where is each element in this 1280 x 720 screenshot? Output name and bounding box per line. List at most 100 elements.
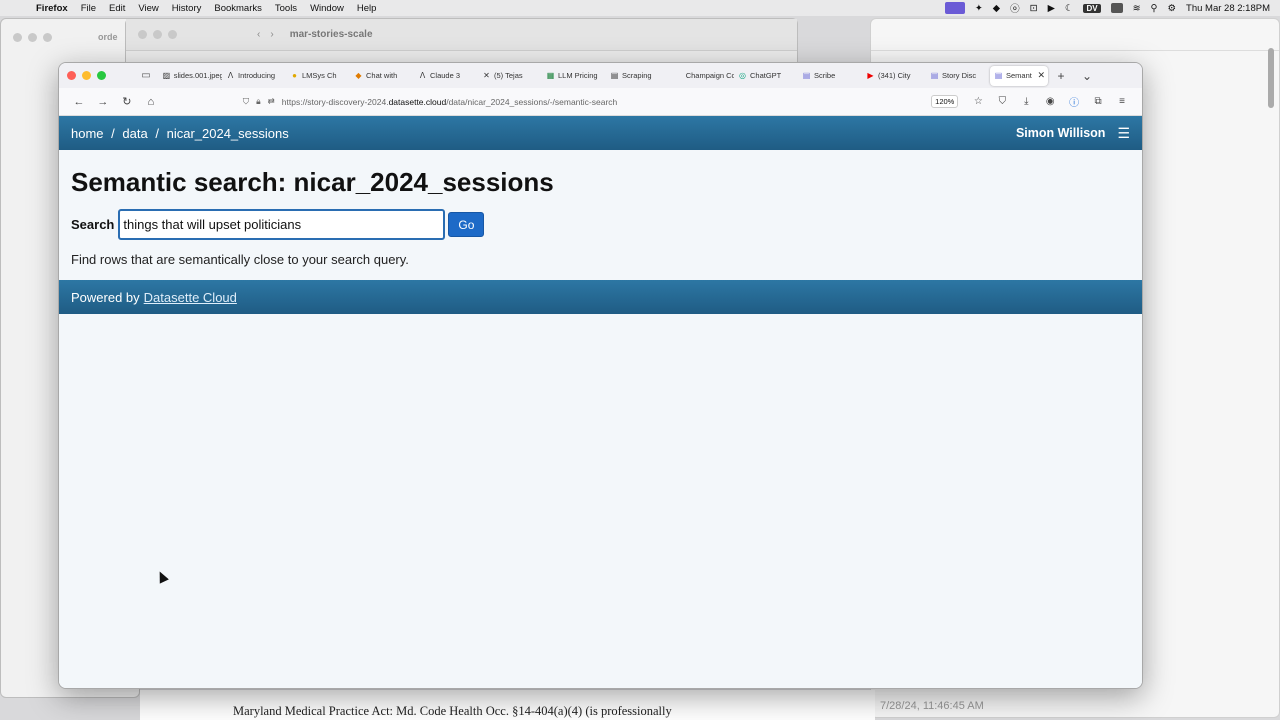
user-name[interactable]: Simon Willison xyxy=(1016,126,1105,140)
control-center-icon[interactable]: ⚙ xyxy=(1168,3,1177,14)
menu-view[interactable]: View xyxy=(138,3,167,14)
youtube-icon: ▶ xyxy=(867,71,874,80)
background-timestamp: 7/28/24, 11:46:45 AM xyxy=(880,700,984,712)
datasette-header: home / data / nicar_2024_sessions Simon … xyxy=(59,116,1142,150)
forward-icon[interactable]: → xyxy=(91,96,115,108)
breadcrumb-separator: / xyxy=(155,125,159,141)
battery-icon[interactable] xyxy=(1110,3,1123,13)
page-title: Semantic search: nicar_2024_sessions xyxy=(71,167,554,197)
tab[interactable]: ● LMSys Ch xyxy=(286,66,350,86)
search-hint: Find rows that are semantically close to… xyxy=(71,252,409,267)
background-scrollbar[interactable] xyxy=(1268,48,1274,108)
spotlight-search-icon[interactable]: ⚲ xyxy=(1151,3,1158,14)
close-window-button[interactable] xyxy=(67,71,76,80)
screen-share-icon[interactable] xyxy=(944,2,965,14)
chat-icon: ◆ xyxy=(355,71,362,80)
doc-icon: ▤ xyxy=(610,71,619,80)
tab[interactable]: ▤ Story Disc xyxy=(926,66,990,86)
sheet-icon: ▦ xyxy=(546,71,555,80)
finder-title: mar-stories-scale xyxy=(289,29,373,40)
chatgpt-icon: ◎ xyxy=(739,71,746,80)
menu-app-name[interactable]: Firefox xyxy=(36,3,77,14)
menu-help[interactable]: Help xyxy=(357,3,386,14)
lmsys-icon: ● xyxy=(292,71,297,80)
breadcrumb-table-link[interactable]: nicar_2024_sessions xyxy=(167,126,289,141)
list-all-tabs-icon[interactable]: ⌄ xyxy=(1074,69,1100,83)
lock-icon[interactable]: 🔒︎ xyxy=(256,96,261,107)
pocket-icon[interactable]: ⛉ xyxy=(990,96,1014,107)
search-label: Search xyxy=(71,217,115,232)
tab[interactable]: ▨ slides.001.jpeg xyxy=(158,66,222,86)
tab[interactable]: Λ Claude 3 xyxy=(414,66,478,86)
new-tab-icon[interactable]: + xyxy=(1048,69,1074,83)
tab[interactable]: ▦ LLM Pricing xyxy=(542,66,606,86)
screenshot-icon[interactable]: ⊡ xyxy=(1030,3,1038,14)
search-input[interactable] xyxy=(118,209,446,240)
anthropic-icon: Λ xyxy=(419,71,426,80)
downloads-icon[interactable]: ⤓ xyxy=(1014,96,1038,107)
datasette-icon: ▤ xyxy=(994,71,1003,80)
reload-icon[interactable]: ↻ xyxy=(115,95,139,108)
page-content: home / data / nicar_2024_sessions Simon … xyxy=(59,116,1142,688)
menu-window[interactable]: Window xyxy=(310,3,353,14)
moon-icon[interactable]: ☾ xyxy=(1065,3,1074,14)
firefox-window: ▭ ▨ slides.001.jpeg Λ Introducing ● LMSys C… xyxy=(58,62,1143,689)
tab[interactable]: ▤ Scraping xyxy=(606,66,670,86)
app-menu-icon[interactable]: ≡ xyxy=(1110,96,1134,107)
dropbox-icon[interactable]: ✦ xyxy=(975,3,983,14)
dv-badge[interactable]: DV xyxy=(1083,3,1101,13)
tab[interactable]: ▶ (341) City xyxy=(862,66,926,86)
breadcrumb: home / data / nicar_2024_sessions xyxy=(71,126,289,141)
navigation-toolbar: ← → ↻ ⌂ ⛉ 🔒︎ ⇄ https://story-discovery-2… xyxy=(59,88,1142,116)
minimize-window-button[interactable] xyxy=(82,71,91,80)
onepassword-icon[interactable]: ⓞ xyxy=(1010,1,1020,15)
home-icon[interactable]: ⌂ xyxy=(139,96,163,108)
tab[interactable]: Champaign Co xyxy=(670,66,734,86)
account-icon[interactable]: ◉ xyxy=(1038,96,1062,107)
window-controls xyxy=(59,71,134,80)
tab[interactable]: Λ Introducing xyxy=(222,66,286,86)
url-bar[interactable]: ⛉ 🔒︎ ⇄ https://story-discovery-2024.data… xyxy=(243,96,931,107)
footer-prefix: Powered by xyxy=(71,289,140,305)
breadcrumb-data-link[interactable]: data xyxy=(122,126,147,141)
tab[interactable]: ✕ (5) Tejas xyxy=(478,66,542,86)
url-text: https://story-discovery-2024.datasette.c… xyxy=(281,96,618,107)
back-arrow-icon[interactable]: ‹ xyxy=(257,29,260,40)
go-button[interactable]: Go xyxy=(448,212,485,237)
menu-file[interactable]: File xyxy=(81,3,105,14)
diamond-icon[interactable]: ◆ xyxy=(993,3,1000,14)
close-tab-icon[interactable]: ✕ xyxy=(1037,70,1045,81)
tab[interactable]: ◎ ChatGPT xyxy=(734,66,798,86)
menu-bookmarks[interactable]: Bookmarks xyxy=(214,3,271,14)
menu-history[interactable]: History xyxy=(172,3,211,14)
tab[interactable]: ◆ Chat with xyxy=(350,66,414,86)
datasette-footer: Powered by Datasette Cloud xyxy=(59,280,1142,314)
menu-tools[interactable]: Tools xyxy=(275,3,306,14)
back-icon[interactable]: ← xyxy=(67,96,91,108)
play-icon[interactable]: ▶ xyxy=(1048,3,1055,14)
breadcrumb-home-link[interactable]: home xyxy=(71,126,104,141)
zoom-level-badge[interactable]: 120% xyxy=(931,95,959,108)
tab-active[interactable]: ▤ Semant ✕ xyxy=(990,65,1048,86)
wifi-icon[interactable]: ≋ xyxy=(1133,3,1141,14)
firefox-view-icon[interactable]: ▭ xyxy=(134,70,158,81)
tab[interactable]: ▤ Scribe xyxy=(798,66,862,86)
bookmark-star-icon[interactable]: ☆ xyxy=(966,96,990,107)
anthropic-icon: Λ xyxy=(227,71,234,80)
search-form: Search Go xyxy=(71,209,1142,240)
forward-arrow-icon[interactable]: › xyxy=(270,29,273,40)
macos-menubar: Firefox File Edit View History Bookmarks… xyxy=(0,0,1280,16)
permissions-icon[interactable]: ⇄ xyxy=(268,96,275,107)
onepassword-extension-icon[interactable]: ⓘ xyxy=(1062,94,1086,109)
image-icon: ▨ xyxy=(162,71,171,80)
hamburger-menu-icon[interactable]: ☰ xyxy=(1117,125,1130,142)
tracking-protection-icon[interactable]: ⛉ xyxy=(243,96,249,107)
datasette-cloud-link[interactable]: Datasette Cloud xyxy=(144,290,237,305)
x-icon: ✕ xyxy=(483,71,490,80)
extensions-icon[interactable]: ⧉ xyxy=(1086,96,1110,107)
menubar-clock[interactable]: Thu Mar 28 2:18PM xyxy=(1186,3,1270,14)
menu-edit[interactable]: Edit xyxy=(109,3,134,14)
background-window-title: orde xyxy=(98,32,118,42)
zoom-window-button[interactable] xyxy=(97,71,106,80)
tab-strip: ▭ ▨ slides.001.jpeg Λ Introducing ● LMSys C… xyxy=(59,63,1142,88)
